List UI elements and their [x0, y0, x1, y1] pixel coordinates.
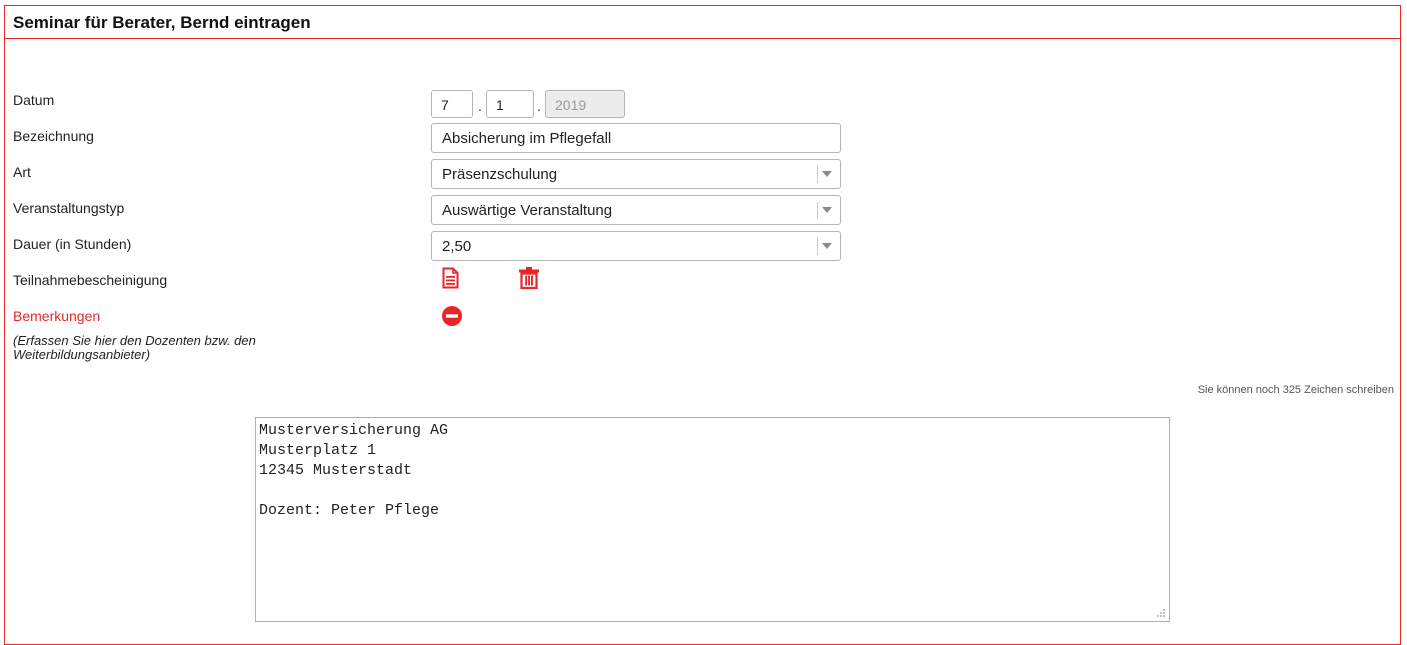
dauer-label: Dauer (in Stunden) — [13, 236, 132, 252]
year-input: 2019 — [545, 90, 625, 118]
veranstaltungstyp-select-value: Auswärtige Veranstaltung — [442, 202, 613, 219]
art-label: Art — [13, 164, 31, 180]
chevron-down-icon[interactable] — [822, 207, 832, 213]
character-counter: Sie können noch 325 Zeichen schreiben — [1197, 384, 1394, 396]
bezeichnung-label: Bezeichnung — [13, 128, 94, 144]
select-divider — [817, 238, 818, 255]
veranstaltungstyp-select[interactable]: Auswärtige Veranstaltung — [431, 195, 841, 225]
date-separator: . — [537, 98, 541, 114]
select-divider — [817, 166, 818, 183]
bezeichnung-input[interactable]: Absicherung im Pflegefall — [431, 123, 841, 153]
dauer-select-value: 2,50 — [442, 238, 472, 255]
month-input[interactable]: 1 — [486, 90, 534, 118]
date-separator: . — [478, 98, 482, 114]
art-select[interactable]: Präsenzschulung — [431, 159, 841, 189]
resize-grip-icon[interactable] — [1156, 608, 1166, 618]
bemerkungen-hint: (Erfassen Sie hier den Dozenten bzw. den… — [13, 333, 256, 362]
minus-circle-icon[interactable] — [442, 306, 462, 326]
art-select-value: Präsenzschulung — [442, 166, 558, 183]
veranstaltungstyp-label: Veranstaltungstyp — [13, 200, 125, 216]
bemerkungen-label: Bemerkungen — [13, 308, 101, 324]
chevron-down-icon[interactable] — [822, 171, 832, 177]
panel-header: Seminar für Berater, Bernd eintragen — [5, 6, 1400, 39]
document-icon[interactable] — [442, 267, 459, 289]
bemerkungen-textarea[interactable]: Musterversicherung AG Musterplatz 1 1234… — [255, 417, 1170, 622]
day-input[interactable]: 7 — [431, 90, 473, 118]
datum-label: Datum — [13, 92, 55, 108]
trash-icon[interactable] — [519, 267, 539, 289]
page-title: Seminar für Berater, Bernd eintragen — [13, 13, 311, 32]
select-divider — [817, 202, 818, 219]
seminar-form-panel: Seminar für Berater, Bernd eintragen Dat… — [4, 5, 1401, 645]
teilnahme-label: Teilnahmebescheinigung — [13, 272, 168, 288]
dauer-select[interactable]: 2,50 — [431, 231, 841, 261]
chevron-down-icon[interactable] — [822, 243, 832, 249]
